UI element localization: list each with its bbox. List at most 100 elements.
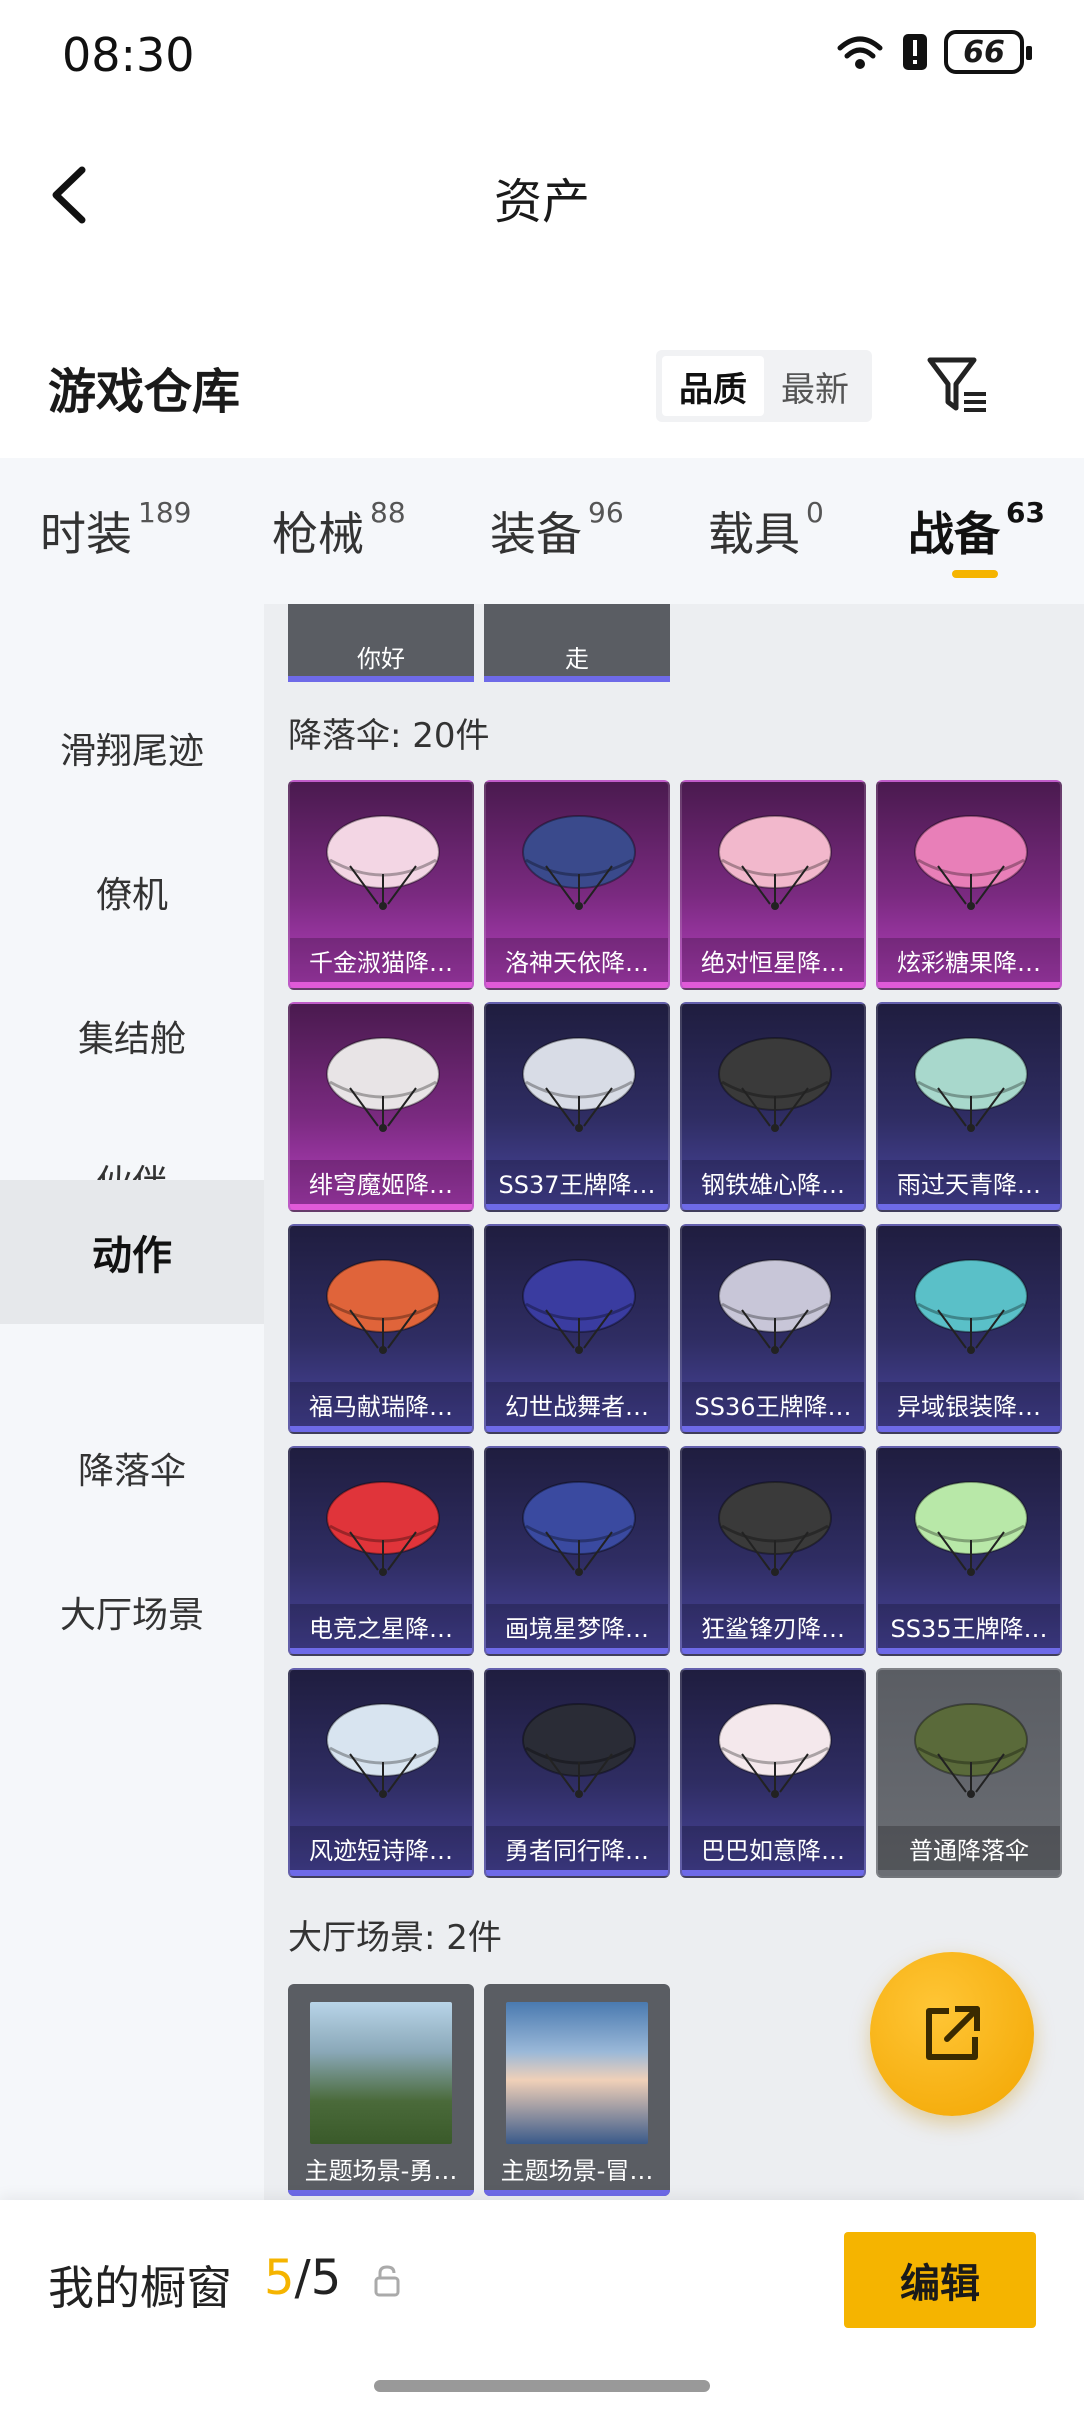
parachute-card[interactable]: SS37王牌降…: [484, 1002, 670, 1212]
parachute-icon: [914, 1259, 1028, 1354]
parachute-card[interactable]: 千金淑猫降…: [288, 780, 474, 990]
item-name: 巴巴如意降…: [682, 1826, 864, 1870]
edit-button[interactable]: 编辑: [844, 2232, 1036, 2328]
filter-icon[interactable]: [924, 352, 990, 418]
rarity-strip: [878, 982, 1060, 988]
parachute-card[interactable]: 勇者同行降…: [484, 1668, 670, 1878]
parachute-icon: [522, 1259, 636, 1354]
battery-level: 66: [963, 34, 1005, 70]
showcase-current: 5: [264, 2250, 295, 2306]
parachute-icon: [718, 1481, 832, 1576]
scene-thumbnail-sea: [506, 2002, 648, 2144]
tab-battle-prep[interactable]: 战备 63: [908, 496, 1045, 564]
home-indicator: [374, 2380, 710, 2392]
tab-count: 0: [806, 496, 824, 529]
parachute-icon: [326, 815, 440, 910]
rarity-strip: [878, 1426, 1060, 1432]
parachute-card[interactable]: 风迹短诗降…: [288, 1668, 474, 1878]
rarity-strip: [290, 1204, 472, 1210]
parachute-card[interactable]: 画境星梦降…: [484, 1446, 670, 1656]
tab-equipment[interactable]: 装备 96: [490, 496, 624, 564]
parachute-card[interactable]: 雨过天青降…: [876, 1002, 1062, 1212]
showcase-title: 我的橱窗: [48, 2261, 232, 2315]
parachute-card[interactable]: 异域银装降…: [876, 1224, 1062, 1434]
item-name: 走: [565, 644, 589, 673]
scene-card[interactable]: 主题场景-勇…: [288, 1984, 474, 2196]
share-icon: [926, 2006, 980, 2060]
sidebar-item-parachute[interactable]: 降落伞: [0, 1396, 264, 1540]
item-name: 勇者同行降…: [486, 1826, 668, 1870]
parachute-card[interactable]: 绝对恒星降…: [680, 780, 866, 990]
parachute-icon: [914, 1703, 1028, 1798]
sidebar-item-glide-trail[interactable]: 滑翔尾迹: [0, 676, 264, 820]
sort-quality-button[interactable]: 品质: [662, 356, 764, 416]
sidebar-item-emote[interactable]: 动作: [0, 1180, 264, 1324]
tab-count: 189: [138, 496, 192, 529]
item-name: 画境星梦降…: [486, 1604, 668, 1648]
parachute-icon: [326, 1037, 440, 1132]
sidebar-item-rally-pod[interactable]: 集结舱: [0, 964, 264, 1108]
item-name: SS37王牌降…: [486, 1160, 668, 1204]
tab-fashion[interactable]: 时装 189: [40, 496, 192, 564]
parachute-icon: [522, 1481, 636, 1576]
parachute-card[interactable]: 狂鲨锋刃降…: [680, 1446, 866, 1656]
parachute-icon: [522, 815, 636, 910]
parachute-group-title: 降落伞: 20件: [288, 716, 490, 756]
tab-weapons[interactable]: 枪械 88: [272, 496, 406, 564]
rarity-strip: [290, 1648, 472, 1654]
rarity-strip: [290, 1426, 472, 1432]
tab-count: 88: [370, 496, 406, 529]
rarity-strip: [682, 1870, 864, 1876]
tab-label: 时装: [40, 507, 132, 561]
nav-bar: 资产: [0, 140, 1084, 250]
tab-vehicles[interactable]: 载具 0: [708, 496, 824, 564]
parachute-card[interactable]: 巴巴如意降…: [680, 1668, 866, 1878]
item-name: 炫彩糖果降…: [878, 938, 1060, 982]
parachute-card[interactable]: 洛神天依降…: [484, 780, 670, 990]
status-time: 08:30: [62, 28, 195, 82]
sort-toggle: 品质 最新: [656, 350, 872, 422]
item-name: 主题场景-冒…: [500, 2156, 654, 2185]
bottom-bar: 我的橱窗 5/5 编辑: [0, 2200, 1084, 2412]
rarity-strip: [486, 1426, 668, 1432]
item-name: 千金淑猫降…: [290, 938, 472, 982]
sidebar-item-wingman[interactable]: 僚机: [0, 820, 264, 964]
emote-card[interactable]: 你好: [288, 604, 474, 682]
sort-newest-button[interactable]: 最新: [764, 356, 866, 416]
item-name: SS36王牌降…: [682, 1382, 864, 1426]
tab-label: 战备: [908, 507, 1000, 561]
rarity-strip: [484, 2190, 670, 2196]
alert-icon: [903, 34, 927, 70]
active-tab-indicator: [952, 570, 998, 578]
battery-icon: 66: [944, 30, 1032, 74]
item-name: 你好: [357, 644, 405, 673]
parachute-card[interactable]: 钢铁雄心降…: [680, 1002, 866, 1212]
emote-card[interactable]: 走: [484, 604, 670, 682]
parachute-card[interactable]: 普通降落伞: [876, 1668, 1062, 1878]
category-tabs: 时装 189 枪械 88 装备 96 载具 0 战备 63: [0, 458, 1084, 604]
parachute-icon: [326, 1259, 440, 1354]
parachute-card[interactable]: 绯穹魔姬降…: [288, 1002, 474, 1212]
parachute-icon: [914, 1481, 1028, 1576]
rarity-strip: [486, 1648, 668, 1654]
scene-card[interactable]: 主题场景-冒…: [484, 1984, 670, 2196]
rarity-strip: [682, 1204, 864, 1210]
rarity-strip: [486, 1204, 668, 1210]
item-name: 福马献瑞降…: [290, 1382, 472, 1426]
scene-thumbnail-mountain: [310, 2002, 452, 2144]
parachute-icon: [718, 1703, 832, 1798]
parachute-icon: [326, 1481, 440, 1576]
parachute-card[interactable]: 福马献瑞降…: [288, 1224, 474, 1434]
parachute-icon: [326, 1703, 440, 1798]
parachute-card[interactable]: 幻世战舞者…: [484, 1224, 670, 1434]
parachute-card[interactable]: 炫彩糖果降…: [876, 780, 1062, 990]
parachute-card[interactable]: 电竞之星降…: [288, 1446, 474, 1656]
rarity-strip: [288, 2190, 474, 2196]
sidebar-item-lobby-scene[interactable]: 大厅场景: [0, 1540, 264, 1684]
share-button[interactable]: [870, 1952, 1034, 2116]
item-name: 主题场景-勇…: [304, 2156, 458, 2185]
parachute-card[interactable]: SS36王牌降…: [680, 1224, 866, 1434]
parachute-card[interactable]: SS35王牌降…: [876, 1446, 1062, 1656]
rarity-strip: [290, 982, 472, 988]
showcase-separator: /: [294, 2250, 311, 2306]
